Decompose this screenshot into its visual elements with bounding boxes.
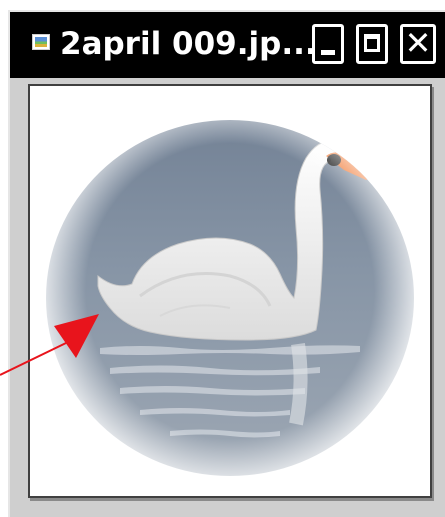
swan-photo — [30, 86, 430, 496]
maximize-icon — [364, 34, 380, 52]
image-canvas — [10, 78, 445, 517]
maximize-button[interactable] — [356, 24, 388, 64]
title-bar[interactable]: 2april 009.jp... ✕ — [10, 12, 445, 78]
image-file-icon[interactable] — [32, 34, 50, 50]
image-viewer-window: 2april 009.jp... ✕ — [8, 10, 445, 517]
photo-frame — [28, 84, 432, 498]
minimize-button[interactable] — [312, 24, 344, 64]
close-icon: ✕ — [404, 24, 432, 62]
close-button[interactable]: ✕ — [400, 24, 436, 64]
minimize-icon — [321, 50, 335, 55]
window-title: 2april 009.jp... — [60, 26, 317, 62]
